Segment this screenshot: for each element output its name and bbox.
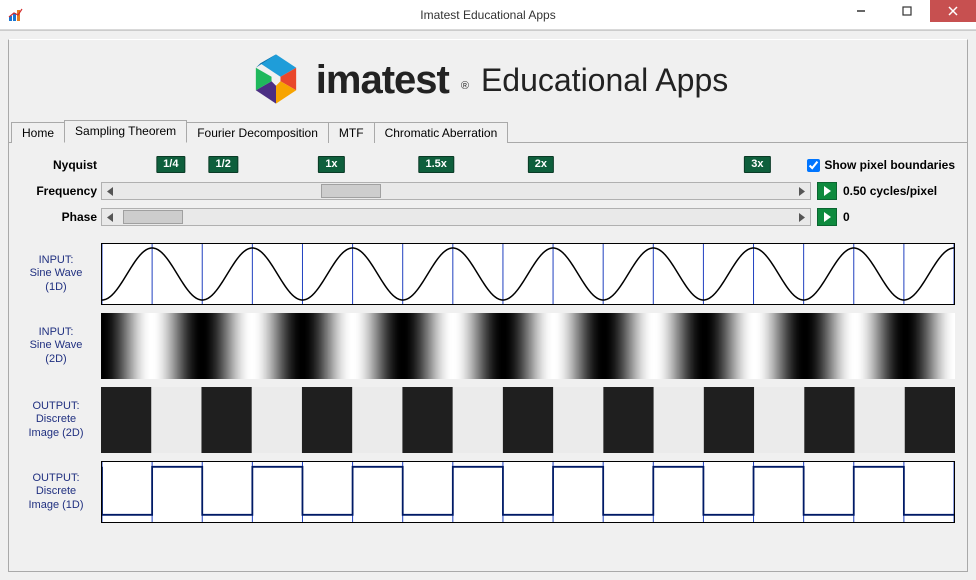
nyquist-mark[interactable]: 2x: [528, 156, 554, 173]
window-title: Imatest Educational Apps: [0, 8, 976, 22]
output-2d-label: OUTPUT:DiscreteImage (2D): [13, 400, 101, 440]
phase-slider[interactable]: [101, 208, 811, 226]
input-1d-plot: [101, 243, 955, 305]
phase-label: Phase: [13, 210, 101, 224]
input-2d-plot: [101, 313, 955, 379]
phase-go-button[interactable]: [817, 208, 837, 226]
titlebar: Imatest Educational Apps: [0, 0, 976, 30]
client-area: imatest ® Educational Apps HomeSampling …: [0, 30, 976, 580]
frequency-slider-wrap: [101, 182, 837, 200]
frequency-row: Frequency 0.50 cycles/: [13, 179, 955, 203]
plots-area: INPUT:Sine Wave(1D) INPUT:Sine Wave(2D) …: [9, 231, 967, 527]
input-2d-label: INPUT:Sine Wave(2D): [13, 326, 101, 366]
frequency-label: Frequency: [13, 184, 101, 198]
phase-row: Phase 0: [13, 205, 955, 229]
nyquist-label: Nyquist: [13, 158, 101, 172]
show-boundaries-label: Show pixel boundaries: [824, 158, 955, 172]
nyquist-mark[interactable]: 1/4: [156, 156, 185, 173]
app-icon: [8, 7, 24, 23]
tab-bar: HomeSampling TheoremFourier Decompositio…: [9, 119, 967, 143]
main-panel: imatest ® Educational Apps HomeSampling …: [8, 39, 968, 572]
scroll-right-icon[interactable]: [793, 209, 810, 225]
tab-chromatic-aberration[interactable]: Chromatic Aberration: [374, 122, 509, 143]
tab-sampling-theorem[interactable]: Sampling Theorem: [64, 120, 187, 143]
minimize-button[interactable]: [838, 0, 884, 22]
frequency-readout: 0.50 cycles/pixel: [837, 184, 955, 198]
output-2d-plot: [101, 387, 955, 453]
tab-fourier-decomposition[interactable]: Fourier Decomposition: [186, 122, 329, 143]
output-2d-row: OUTPUT:DiscreteImage (2D): [13, 387, 955, 453]
input-1d-row: INPUT:Sine Wave(1D): [13, 243, 955, 305]
show-boundaries-input[interactable]: [807, 159, 820, 172]
scroll-left-icon[interactable]: [102, 209, 119, 225]
nyquist-mark[interactable]: 1.5x: [418, 156, 453, 173]
nyquist-mark[interactable]: 1x: [318, 156, 344, 173]
scroll-right-icon[interactable]: [793, 183, 810, 199]
show-boundaries-checkbox[interactable]: Show pixel boundaries: [799, 158, 955, 172]
window-controls: [838, 0, 976, 22]
frequency-thumb[interactable]: [321, 184, 381, 198]
nyquist-marks: 1/4 1/2 1x 1.5x 2x 3x: [101, 154, 799, 176]
tab-home[interactable]: Home: [11, 122, 65, 143]
output-1d-row: OUTPUT:DiscreteImage (1D): [13, 461, 955, 523]
controls-area: Nyquist 1/4 1/2 1x 1.5x 2x 3x Show pixel boun…: [9, 143, 967, 229]
phase-slider-wrap: [101, 208, 837, 226]
maximize-button[interactable]: [884, 0, 930, 22]
scroll-left-icon[interactable]: [102, 183, 119, 199]
nyquist-row: Nyquist 1/4 1/2 1x 1.5x 2x 3x Show pixel boun…: [13, 153, 955, 177]
phase-readout: 0: [837, 210, 955, 224]
frequency-slider[interactable]: [101, 182, 811, 200]
header: imatest ® Educational Apps: [9, 40, 967, 120]
brand-subtitle: Educational Apps: [481, 62, 728, 99]
close-button[interactable]: [930, 0, 976, 22]
input-2d-row: INPUT:Sine Wave(2D): [13, 313, 955, 379]
logo-icon: [248, 51, 304, 110]
nyquist-mark[interactable]: 1/2: [209, 156, 238, 173]
tab-mtf[interactable]: MTF: [328, 122, 375, 143]
output-1d-plot: [101, 461, 955, 523]
registered-icon: ®: [461, 80, 469, 92]
input-1d-label: INPUT:Sine Wave(1D): [13, 254, 101, 294]
brand-name: imatest: [316, 58, 449, 103]
output-1d-label: OUTPUT:DiscreteImage (1D): [13, 472, 101, 512]
phase-thumb[interactable]: [123, 210, 183, 224]
frequency-go-button[interactable]: [817, 182, 837, 200]
nyquist-mark[interactable]: 3x: [744, 156, 770, 173]
